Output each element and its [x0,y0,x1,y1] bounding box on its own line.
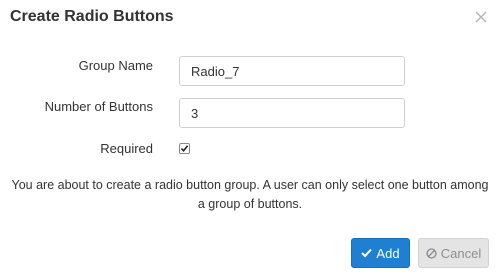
close-button[interactable] [472,8,490,26]
number-of-buttons-label: Number of Buttons [44,99,153,114]
number-of-buttons-input[interactable] [179,98,405,128]
required-checkbox[interactable] [179,143,190,154]
cancel-button[interactable]: Cancel [418,238,489,268]
info-message: You are about to create a radio button g… [11,178,489,211]
create-radio-buttons-dialog: Create Radio Buttons Group Name Number o… [0,0,500,273]
add-button-label: Add [376,245,400,261]
add-button[interactable]: Add [351,238,410,268]
required-label: Required [100,141,153,156]
cancel-button-label: Cancel [440,245,482,261]
group-name-label: Group Name [78,58,153,73]
group-name-input[interactable] [179,56,405,86]
checkmark-icon [361,248,373,258]
close-icon [472,8,490,26]
dialog-title: Create Radio Buttons [10,8,174,25]
ban-icon [426,247,437,259]
